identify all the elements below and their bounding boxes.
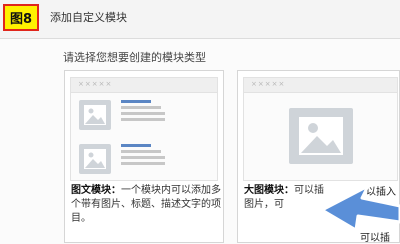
module-name: 大图模块：	[244, 185, 294, 196]
figure-badge: 图8	[3, 4, 39, 31]
module-description: 图文模块：一个模块内可以添加多个带有图片、标题、描述文字的项目。	[71, 184, 221, 226]
image-placeholder-icon	[79, 100, 111, 130]
dialog-header: 添加自定义模块	[0, 0, 400, 39]
module-name: 图文模块：	[71, 185, 121, 196]
preview-bar: ×××××	[244, 78, 397, 93]
image-placeholder-icon	[289, 108, 353, 164]
module-option-image-text[interactable]: ××××× 图文模块：一个模块内可以添加多个带有图片、标题、描述文字的项目。	[64, 70, 224, 243]
arrow-pointer-icon	[322, 184, 400, 232]
dialog-title: 添加自定义模块	[50, 11, 127, 24]
preview-large-image: ×××××	[243, 77, 398, 181]
module-text-line1: 可以插	[294, 185, 324, 196]
prompt-text: 请选择您想要创建的模块类型	[63, 51, 206, 64]
text-placeholder-lines	[121, 100, 167, 124]
placeholder-stars: ×××××	[251, 80, 286, 88]
image-placeholder-icon	[79, 144, 111, 174]
placeholder-stars: ×××××	[78, 80, 113, 88]
preview-image-text: ×××××	[70, 77, 218, 181]
text-placeholder-lines	[121, 144, 167, 168]
preview-bar: ×××××	[71, 78, 217, 93]
